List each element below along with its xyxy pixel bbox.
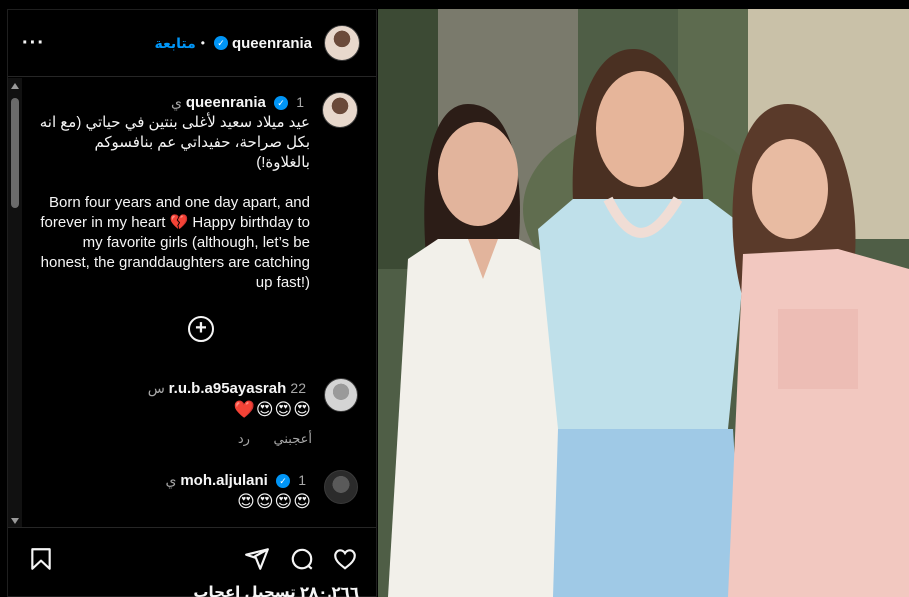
more-options-icon[interactable]: ··· — [22, 32, 45, 55]
post-photo-illustration — [378, 9, 909, 597]
caption-arabic-text: عيد ميلاد سعيد لأغلى بنتين في حياتي (مع … — [39, 114, 310, 171]
caption-english-text: Born four years and one day apart, and f… — [40, 194, 310, 291]
caption-username[interactable]: queenrania — [186, 94, 266, 111]
comment-text: 😍😍😍❤️ — [233, 400, 312, 419]
verified-badge-icon: ✓ — [213, 36, 228, 50]
post-details-panel: queenrania ✓ • متابعة ··· queenrania ✓ 1… — [7, 9, 377, 597]
follow-button[interactable]: متابعة — [154, 35, 195, 52]
caption-avatar[interactable] — [322, 92, 358, 128]
likes-count[interactable]: ٢٨٠,٢٦٦ تسجيل إعجاب — [193, 583, 359, 597]
post-header: queenrania ✓ • متابعة ··· — [8, 10, 376, 77]
commenter-username[interactable]: moh.aljulani — [180, 472, 268, 489]
comment-like-button[interactable]: أعجبني — [274, 431, 312, 446]
comment-item: r.u.b.a95ayasrah 22 س 😍😍😍❤️ أعجبني رد — [38, 378, 358, 447]
heart-icon[interactable] — [332, 546, 358, 572]
author-avatar[interactable] — [324, 25, 360, 61]
bookmark-icon[interactable] — [28, 546, 54, 572]
post-actions-bar: ٢٨٠,٢٦٦ تسجيل إعجاب — [8, 527, 376, 597]
author-username[interactable]: queenrania — [232, 35, 312, 52]
commenter-avatar[interactable] — [324, 470, 358, 504]
share-icon[interactable] — [244, 546, 270, 572]
verified-badge-icon: ✓ — [274, 96, 289, 111]
post-photo[interactable] — [378, 9, 909, 597]
plus-circle-icon[interactable]: + — [188, 316, 214, 342]
comment-text: 😍😍😍😍 — [237, 492, 312, 511]
comment-reply-button[interactable]: رد — [238, 431, 250, 446]
separator-dot: • — [200, 36, 205, 50]
commenter-username[interactable]: r.u.b.a95ayasrah — [169, 380, 287, 397]
commenter-avatar[interactable] — [324, 378, 358, 412]
comments-scroll-area[interactable]: queenrania ✓ 1 ي عيد ميلاد سعيد لأغلى بن… — [8, 78, 376, 527]
verified-badge-icon: ✓ — [276, 474, 291, 489]
comment-icon[interactable] — [289, 546, 315, 572]
comment-item: moh.aljulani ✓ 1 ي 😍😍😍😍 — [38, 470, 358, 513]
post-caption: queenrania ✓ 1 ي عيد ميلاد سعيد لأغلى بن… — [38, 92, 358, 293]
